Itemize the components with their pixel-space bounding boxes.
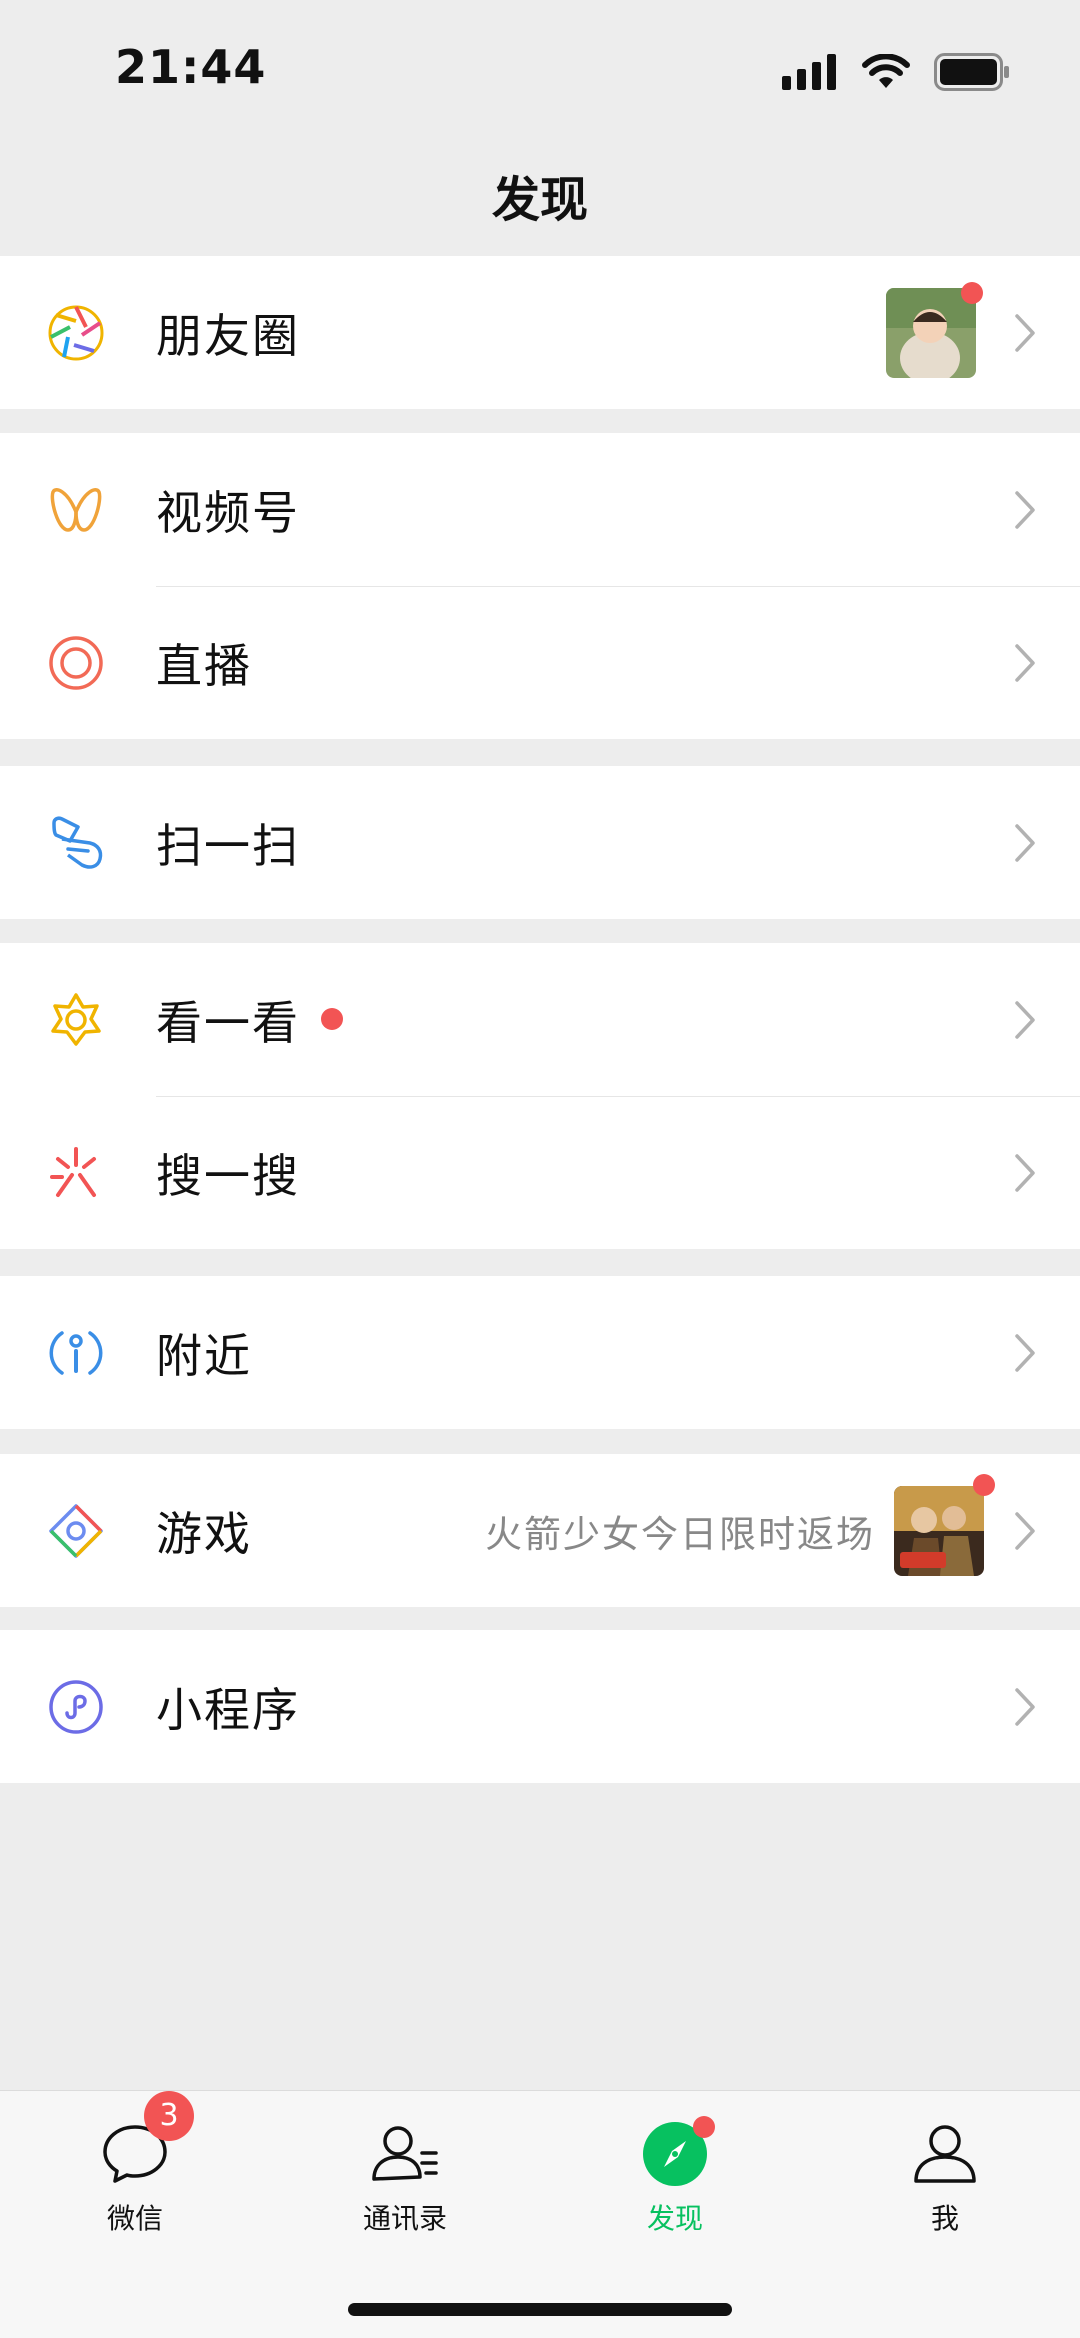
aperture-icon <box>48 305 104 360</box>
butterfly-icon <box>50 487 102 532</box>
chevron-right-icon <box>1015 490 1035 529</box>
menu-item-channels[interactable]: 视频号 <box>0 433 1080 586</box>
top-stories-unread-dot <box>321 1008 343 1030</box>
person-icon <box>914 2125 976 2183</box>
menu-item-label: 视频号 <box>156 485 300 540</box>
tab-chats[interactable]: 3 微信 <box>0 2091 270 2251</box>
home-indicator[interactable] <box>348 2303 732 2316</box>
menu-item-label: 附近 <box>156 1328 252 1383</box>
menu-item-mini-programs[interactable]: 小程序 <box>0 1630 1080 1783</box>
tab-label: 通讯录 <box>362 2202 447 2235</box>
menu-item-search[interactable]: 搜一搜 <box>0 1096 1080 1249</box>
tab-label: 微信 <box>106 2202 163 2235</box>
bottom-tab-bar: 3 微信 通讯录 发现 我 <box>0 2090 1080 2338</box>
discover-unread-dot <box>693 2116 715 2138</box>
games-promo-text: 火箭少女今日限时返场 <box>485 1512 875 1556</box>
chevron-right-icon <box>1015 1687 1035 1726</box>
group-mini-programs: 小程序 <box>0 1630 1080 1783</box>
menu-item-label: 扫一扫 <box>156 818 300 873</box>
menu-item-games[interactable]: 游戏 火箭少女今日限时返场 <box>0 1454 1080 1607</box>
chevron-right-icon <box>1015 643 1035 682</box>
chevron-right-icon <box>1015 1511 1035 1550</box>
sparkle-search-icon <box>50 1146 96 1197</box>
menu-item-label: 朋友圈 <box>156 308 300 363</box>
moments-unread-dot <box>961 282 983 304</box>
chevron-right-icon <box>1015 1000 1035 1039</box>
games-preview-thumbnail <box>894 1485 984 1576</box>
battery-icon <box>934 53 1009 91</box>
chevron-right-icon <box>1015 823 1035 862</box>
signal-icon <box>782 54 836 90</box>
tab-me[interactable]: 我 <box>810 2091 1080 2251</box>
menu-item-moments[interactable]: 朋友圈 <box>0 256 1080 409</box>
group-games: 游戏 火箭少女今日限时返场 <box>0 1454 1080 1607</box>
location-person-icon <box>49 1330 103 1375</box>
menu-item-label: 小程序 <box>156 1682 300 1737</box>
live-ring-icon <box>49 635 103 690</box>
star-flower-icon <box>51 992 101 1046</box>
group-channels-live: 视频号 直播 <box>0 433 1080 739</box>
scan-icon <box>52 815 103 869</box>
menu-item-scan[interactable]: 扫一扫 <box>0 766 1080 919</box>
status-time: 21:44 <box>115 40 267 94</box>
moments-preview-thumbnail <box>886 287 976 378</box>
menu-item-live[interactable]: 直播 <box>0 586 1080 739</box>
menu-item-label: 看一看 <box>156 995 300 1050</box>
menu-item-top-stories[interactable]: 看一看 <box>0 943 1080 1096</box>
menu-item-label: 搜一搜 <box>156 1148 300 1203</box>
tab-contacts[interactable]: 通讯录 <box>270 2091 540 2251</box>
status-icons <box>782 50 1010 94</box>
contacts-icon <box>372 2126 438 2181</box>
tab-label: 我 <box>930 2202 959 2235</box>
menu-item-label: 直播 <box>156 638 252 693</box>
menu-item-nearby[interactable]: 附近 <box>0 1276 1080 1429</box>
chevron-right-icon <box>1015 313 1035 352</box>
chevron-right-icon <box>1015 1153 1035 1192</box>
games-unread-dot <box>973 1474 995 1496</box>
group-scan: 扫一扫 <box>0 766 1080 919</box>
group-nearby: 附近 <box>0 1276 1080 1429</box>
wifi-icon <box>862 54 910 88</box>
tab-discover[interactable]: 发现 <box>540 2091 810 2251</box>
group-moments: 朋友圈 <box>0 256 1080 409</box>
unread-count-badge: 3 <box>144 2091 194 2141</box>
tab-label: 发现 <box>646 2202 703 2235</box>
diamond-games-icon <box>49 1503 103 1558</box>
chevron-right-icon <box>1015 1333 1035 1372</box>
page-title: 发现 <box>491 172 588 228</box>
mini-program-icon <box>49 1679 103 1734</box>
menu-item-label: 游戏 <box>156 1506 252 1561</box>
group-look-search: 看一看 搜一搜 <box>0 943 1080 1249</box>
status-bar: 21:44 <box>0 0 1080 140</box>
